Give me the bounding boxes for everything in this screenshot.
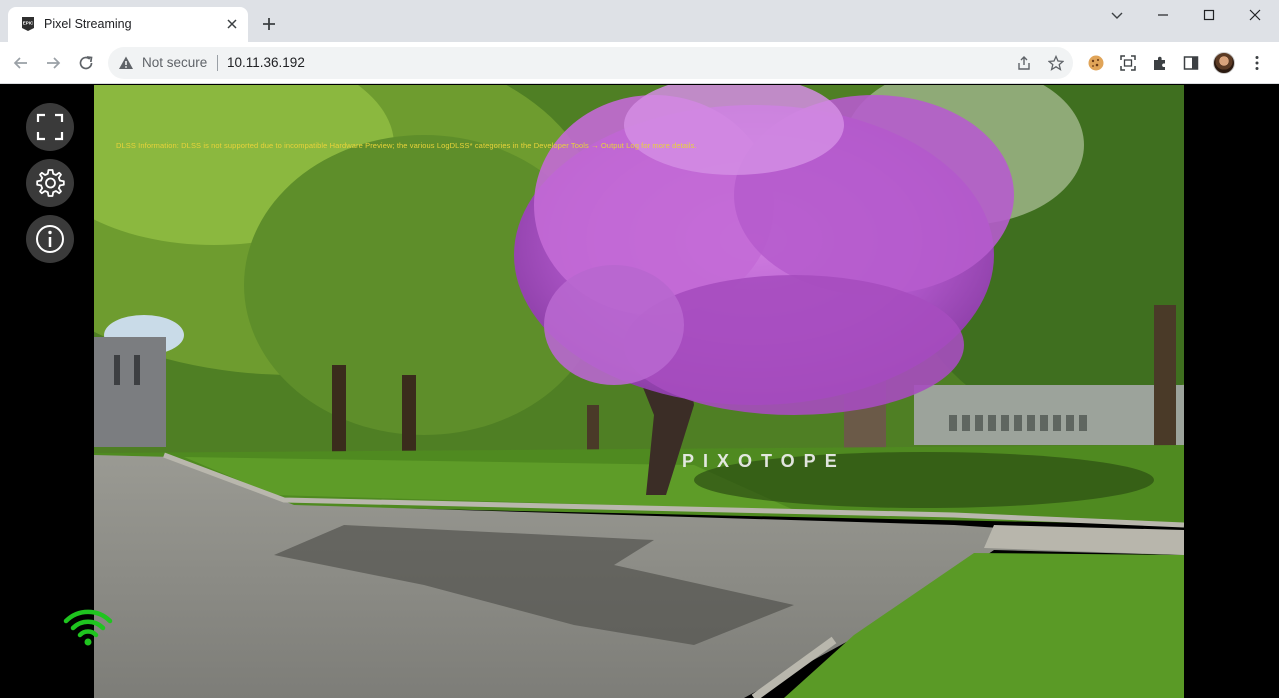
minimize-icon <box>1158 14 1168 16</box>
url-text[interactable]: 10.11.36.192 <box>227 55 305 70</box>
park-scene-image <box>94 85 1184 698</box>
arrow-right-icon <box>47 57 61 69</box>
chevron-down-icon <box>1111 12 1123 19</box>
omnibox-divider <box>217 55 218 71</box>
back-button[interactable] <box>10 52 32 74</box>
settings-button[interactable] <box>26 159 74 207</box>
maximize-button[interactable] <box>1186 5 1232 25</box>
dlss-info-message: DLSS Information: DLSS is not supported … <box>116 141 697 150</box>
reload-icon <box>79 56 93 70</box>
puzzle-icon[interactable] <box>1151 54 1169 72</box>
profile-avatar[interactable] <box>1213 52 1235 74</box>
tab-title: Pixel Streaming <box>44 17 132 31</box>
svg-text:EPIC: EPIC <box>23 21 34 26</box>
plus-icon[interactable] <box>260 15 278 33</box>
address-bar[interactable]: Not secure 10.11.36.192 <box>108 47 1073 79</box>
share-icon[interactable] <box>1016 55 1032 71</box>
pixel-stream-area: DLSS Information: DLSS is not supported … <box>0 85 1279 698</box>
fullscreen-button[interactable] <box>26 103 74 151</box>
stream-video[interactable]: DLSS Information: DLSS is not supported … <box>94 85 1184 698</box>
gear-icon <box>36 169 65 197</box>
not-secure-label[interactable]: Not secure <box>142 55 207 70</box>
cookie-icon[interactable] <box>1087 54 1105 72</box>
close-window-button[interactable] <box>1232 5 1278 25</box>
pixotope-watermark: PIXOTOPE <box>682 451 846 471</box>
close-icon <box>1249 9 1261 21</box>
maximize-icon <box>1203 9 1215 21</box>
info-button[interactable] <box>26 215 74 263</box>
screen-capture-icon[interactable] <box>1119 54 1137 72</box>
kebab-menu-icon[interactable] <box>1248 54 1266 72</box>
tab-search-button[interactable] <box>1094 5 1140 25</box>
minimize-button[interactable] <box>1140 5 1186 25</box>
fullscreen-icon <box>36 113 64 141</box>
close-icon[interactable] <box>224 16 240 32</box>
browser-titlebar: EPIC Pixel Streaming <box>0 0 1279 42</box>
browser-toolbar: Not secure 10.11.36.192 <box>0 42 1279 84</box>
warning-triangle-icon[interactable] <box>118 55 134 71</box>
epic-games-icon: EPIC <box>22 17 34 31</box>
star-icon[interactable] <box>1048 55 1064 71</box>
side-panel-icon[interactable] <box>1182 54 1200 72</box>
browser-tab[interactable]: EPIC Pixel Streaming <box>8 7 248 42</box>
reload-button[interactable] <box>75 52 97 74</box>
arrow-left-icon <box>13 57 27 69</box>
wifi-icon[interactable] <box>62 607 114 647</box>
forward-button[interactable] <box>42 52 64 74</box>
info-icon <box>36 225 64 253</box>
